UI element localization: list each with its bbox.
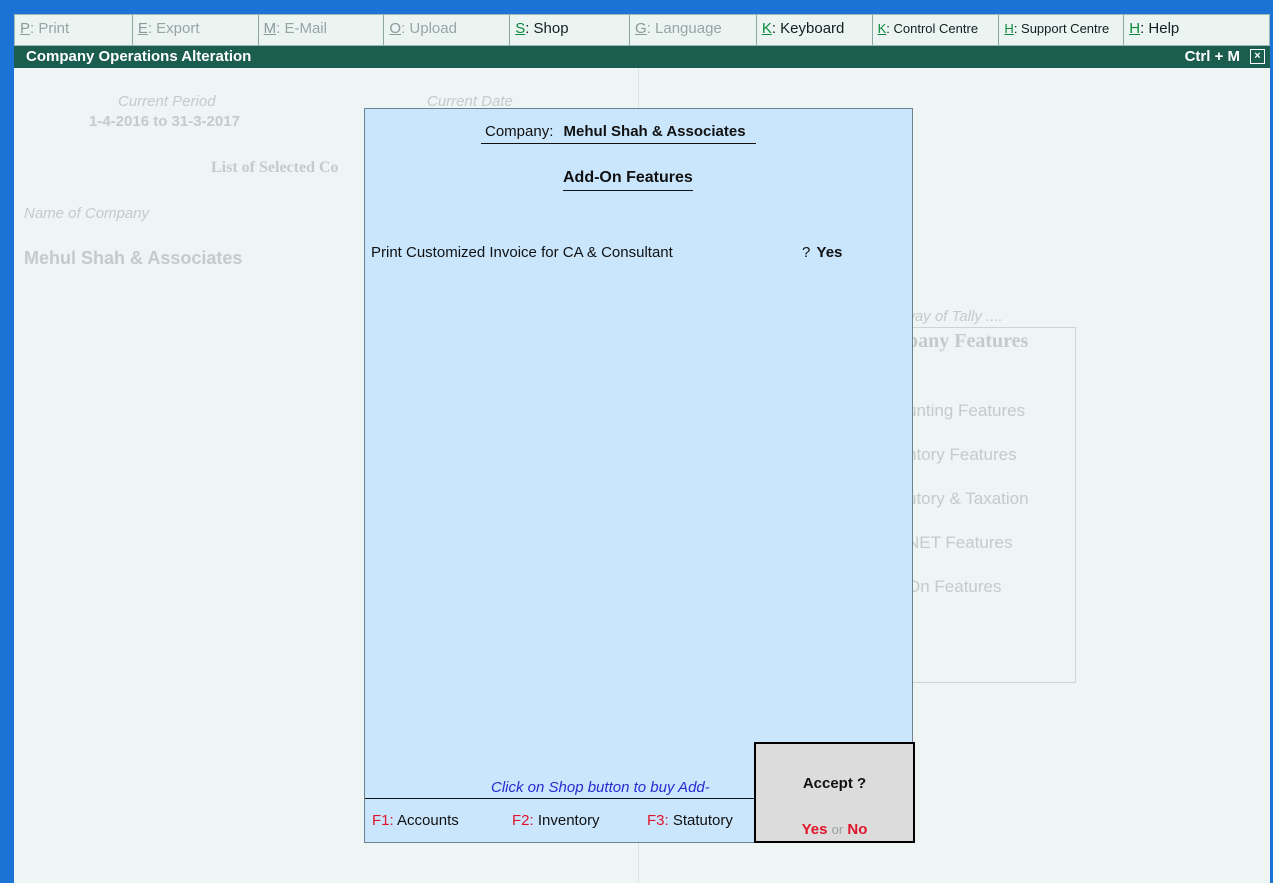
- option-yes-field[interactable]: ? Yes: [802, 244, 842, 261]
- shop-button[interactable]: S: Shop: [510, 15, 631, 45]
- language-button[interactable]: G: Language: [630, 15, 757, 45]
- feature-inventory: ntory Features: [907, 445, 1017, 464]
- section-title: Add-On Features: [563, 169, 693, 191]
- company-header: Company: Mehul Shah & Associates: [481, 123, 756, 144]
- support-centre-button[interactable]: H: Support Centre: [999, 15, 1125, 45]
- upload-button[interactable]: O: Upload: [384, 15, 511, 45]
- shortcut-label: Ctrl + M: [1184, 48, 1240, 65]
- f3-statutory-button[interactable]: F3: Statutory: [647, 812, 733, 829]
- feature-accounting: unting Features: [907, 401, 1026, 420]
- or-label: or: [831, 822, 844, 837]
- accept-dialog: Accept ? Yes or No: [754, 742, 915, 843]
- button-bar: P: Print E: Export M: E-Mail O: Upload S…: [14, 14, 1270, 46]
- addon-features-panel: Company: Mehul Shah & Associates Add-On …: [364, 108, 913, 843]
- keyboard-button[interactable]: K: Keyboard: [757, 15, 873, 45]
- current-period-value: 1-4-2016 to 31-3-2017: [89, 113, 240, 130]
- screen-title: Company Operations Alteration: [26, 48, 252, 65]
- company-name: Mehul Shah & Associates: [563, 123, 746, 140]
- list-heading: List of Selected Co: [211, 159, 339, 176]
- close-icon[interactable]: ×: [1250, 49, 1265, 64]
- f2-inventory-button[interactable]: F2: Inventory: [512, 812, 600, 829]
- option-label: Print Customized Invoice for CA & Consul…: [371, 244, 673, 261]
- no-button[interactable]: No: [847, 821, 867, 838]
- feature-net: NET Features: [907, 533, 1013, 552]
- feature-addon: On Features: [907, 577, 1002, 596]
- print-button[interactable]: P: Print: [15, 15, 133, 45]
- control-centre-button[interactable]: K: Control Centre: [873, 15, 1000, 45]
- shop-hint: Click on Shop button to buy Add-: [491, 779, 710, 796]
- help-button[interactable]: H: Help: [1124, 15, 1269, 45]
- yes-button[interactable]: Yes: [802, 821, 828, 838]
- accept-answers: Yes or No: [756, 821, 913, 838]
- option-value: Yes: [816, 244, 843, 261]
- features-heading: pany Features: [907, 330, 1029, 352]
- title-bar: Company Operations Alteration Ctrl + M ×: [14, 46, 1270, 68]
- tally-hint: way of Tally ....: [904, 308, 1003, 325]
- f1-accounts-button[interactable]: F1: Accounts: [372, 812, 459, 829]
- export-button[interactable]: E: Export: [133, 15, 259, 45]
- name-of-company-label: Name of Company: [24, 205, 150, 222]
- feature-statutory: utory & Taxation: [907, 489, 1029, 508]
- current-period-label: Current Period: [118, 93, 216, 110]
- company-label: Company:: [485, 123, 554, 140]
- email-button[interactable]: M: E-Mail: [259, 15, 385, 45]
- background-company-name: Mehul Shah & Associates: [24, 248, 243, 268]
- accept-question: Accept ?: [802, 775, 867, 792]
